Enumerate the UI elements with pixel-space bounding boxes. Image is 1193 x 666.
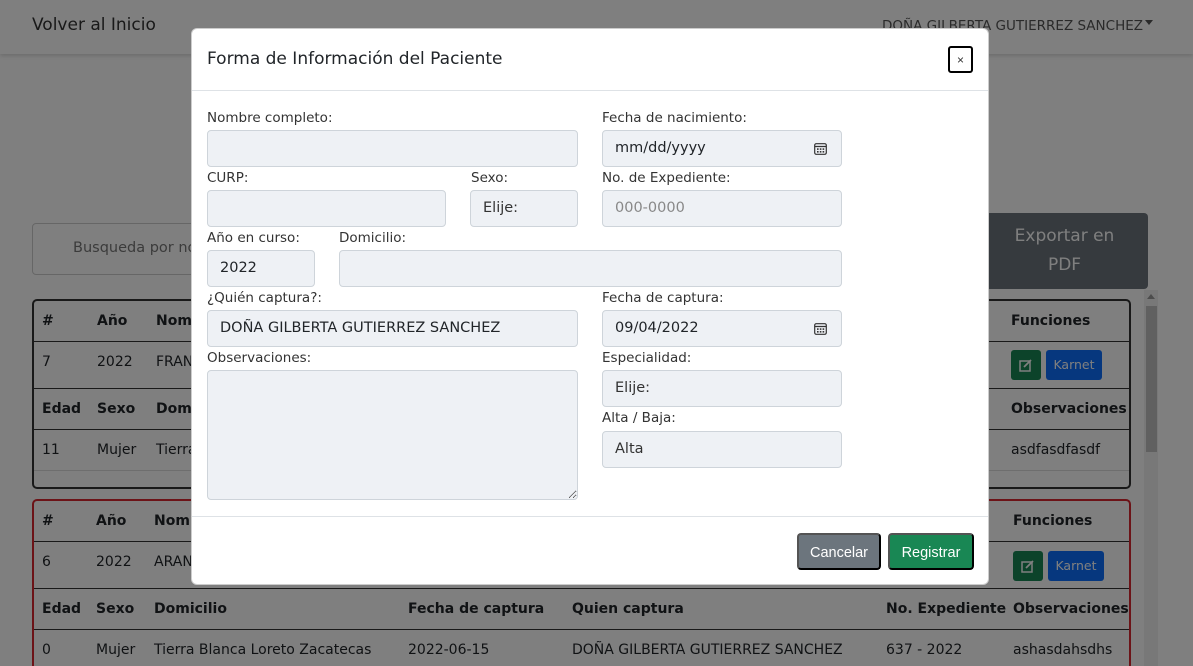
label-status: Alta / Baja: [602,410,676,426]
modal-header: Forma de Información del Paciente × [192,29,988,91]
birth-date-value: mm/dd/yyyy [615,140,706,156]
calendar-icon[interactable] [814,142,827,155]
label-captured-by: ¿Quién captura?: [207,290,322,306]
register-button[interactable]: Registrar [888,533,974,570]
calendar-icon[interactable] [814,322,827,335]
label-curp: CURP: [207,170,249,186]
label-birth-date: Fecha de nacimiento: [602,110,747,126]
label-capture-date: Fecha de captura: [602,290,724,306]
modal-footer: Cancelar Registrar [192,516,988,586]
modal-title: Forma de Información del Paciente [207,49,503,69]
sex-select[interactable]: Elije: [470,190,578,227]
birth-date-input[interactable]: mm/dd/yyyy [602,130,842,167]
label-observations: Observaciones: [207,350,312,366]
label-current-year: Año en curso: [207,230,300,246]
capture-date-value: 09/04/2022 [615,320,699,336]
close-button[interactable]: × [948,46,973,73]
captured-by-input[interactable]: DOÑA GILBERTA GUTIERREZ SANCHEZ [207,310,578,347]
status-select[interactable]: Alta [602,431,842,468]
curp-input[interactable] [207,190,446,227]
label-file-number: No. de Expediente: [602,170,731,186]
file-number-input[interactable]: 000-0000 [602,190,842,227]
patient-form-modal: Forma de Información del Paciente × Nomb… [191,28,989,585]
label-address: Domicilio: [339,230,407,246]
full-name-input[interactable] [207,130,578,167]
capture-date-input[interactable]: 09/04/2022 [602,310,842,347]
label-full-name: Nombre completo: [207,110,333,126]
label-sex: Sexo: [471,170,509,186]
observations-textarea[interactable] [207,370,578,500]
specialty-select[interactable]: Elije: [602,370,842,407]
address-input[interactable] [339,250,842,287]
current-year-input[interactable]: 2022 [207,250,315,287]
label-specialty: Especialidad: [602,350,692,366]
cancel-button[interactable]: Cancelar [797,533,881,570]
